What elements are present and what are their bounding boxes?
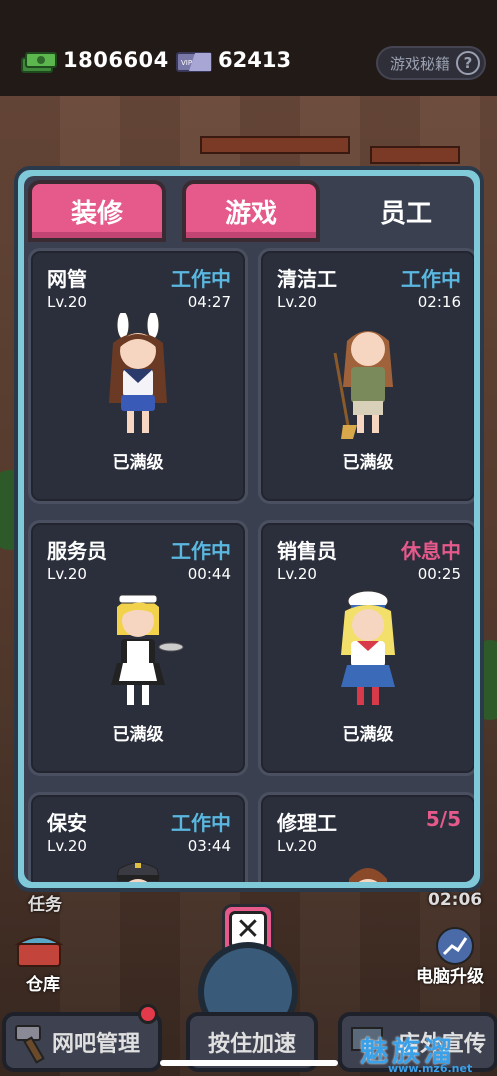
staff-status: 工作中 (171, 267, 231, 291)
security-guard-character-icon (116, 862, 160, 882)
staff-timer: 03:44 (187, 837, 231, 855)
max-level-label: 已满级 (112, 453, 164, 473)
staff-level: Lv.20 (277, 837, 317, 855)
repairman-character-icon (349, 868, 387, 882)
tab-staff[interactable]: 员工 (336, 180, 474, 242)
staff-level: Lv.20 (277, 293, 317, 311)
staff-name: 网管 (47, 267, 87, 291)
cash-icon (21, 52, 57, 73)
hammer-icon (15, 1025, 45, 1064)
staff-status: 工作中 (171, 539, 231, 563)
staff-level: Lv.20 (277, 565, 317, 583)
staff-card-network-admin[interactable]: 网管 工作中 Lv.20 04:27 已满级 (28, 248, 248, 504)
staff-timer: 04:27 (187, 293, 231, 311)
staff-card-waiter[interactable]: 服务员 工作中 Lv.20 00:44 已满级 (28, 520, 248, 776)
treasure-chest-icon (14, 936, 64, 967)
cheats-button-label: 游戏秘籍 (390, 54, 451, 73)
waiter-character-icon (111, 594, 184, 705)
staff-grid: 网管 工作中 Lv.20 04:27 已满级 清洁工 工作中 Lv.20 02:… (28, 248, 474, 882)
help-icon: ? (456, 51, 480, 75)
pc-upgrade-button[interactable]: 电脑升级 (414, 926, 494, 996)
max-level-label: 已满级 (112, 725, 164, 745)
staff-card-security[interactable]: 保安 工作中 Lv.20 03:44 (28, 792, 248, 882)
staff-name: 销售员 (277, 539, 337, 563)
background-shelf (370, 146, 460, 164)
staff-level: Lv.20 (47, 565, 87, 583)
salesperson-character-icon (341, 590, 395, 705)
tasks-label[interactable]: 任务 (28, 890, 62, 915)
countdown-timer: 02:06 (428, 890, 483, 910)
tab-decoration[interactable]: 装修 (28, 180, 166, 242)
staff-status: 工作中 (171, 811, 231, 835)
top-resource-bar: 1806604 VIP 62413 游戏秘籍 ? (0, 0, 497, 96)
speed-button-label: 按住加速 (207, 1032, 296, 1057)
panel-body: 装修 游戏 员工 网管 工作中 Lv.20 04:27 已满级 清洁工 工作中 … (24, 176, 474, 882)
pc-upgrade-label: 电脑升级 (416, 967, 484, 987)
staff-card-repairman[interactable]: 修理工 5/5 Lv.20 (258, 792, 474, 882)
storage-button[interactable]: 仓库 (14, 930, 74, 1000)
svg-text:VIP: VIP (181, 59, 192, 67)
staff-name: 服务员 (47, 539, 107, 563)
background-shelf (200, 136, 350, 154)
staff-status: 工作中 (401, 267, 461, 291)
vip-ticket-icon: VIP (176, 52, 212, 72)
home-indicator[interactable] (160, 1060, 338, 1066)
staff-name: 清洁工 (277, 267, 337, 291)
staff-timer: 00:25 (417, 565, 461, 583)
max-level-label: 已满级 (342, 725, 394, 745)
storage-label: 仓库 (26, 975, 60, 995)
vip-amount: 62413 (218, 48, 292, 72)
staff-name: 保安 (47, 811, 87, 835)
notification-dot (138, 1004, 158, 1024)
cash-amount: 1806604 (63, 48, 169, 72)
staff-capacity: 5/5 (425, 807, 461, 831)
staff-name: 修理工 (277, 811, 337, 835)
tab-games[interactable]: 游戏 (182, 180, 320, 242)
chart-upgrade-icon (436, 927, 474, 965)
staff-level: Lv.20 (47, 293, 87, 311)
cleaner-character-icon (333, 331, 393, 439)
staff-card-salesperson[interactable]: 销售员 休息中 Lv.20 00:25 已满级 (258, 520, 474, 776)
cheats-button[interactable]: 游戏秘籍 ? (376, 46, 486, 80)
staff-status: 休息中 (401, 539, 461, 563)
staff-timer: 02:16 (417, 293, 461, 311)
staff-timer: 00:44 (187, 565, 231, 583)
max-level-label: 已满级 (342, 453, 394, 473)
watermark-url: www.mz6.net (388, 1062, 473, 1075)
management-panel: 装修 游戏 员工 网管 工作中 Lv.20 04:27 已满级 清洁工 工作中 … (14, 166, 484, 892)
manage-button-label: 网吧管理 (51, 1032, 140, 1057)
net-cafe-manage-button[interactable]: 网吧管理 (2, 1012, 162, 1072)
network-admin-character-icon (109, 313, 167, 433)
staff-card-cleaner[interactable]: 清洁工 工作中 Lv.20 02:16 已满级 (258, 248, 474, 504)
staff-level: Lv.20 (47, 837, 87, 855)
